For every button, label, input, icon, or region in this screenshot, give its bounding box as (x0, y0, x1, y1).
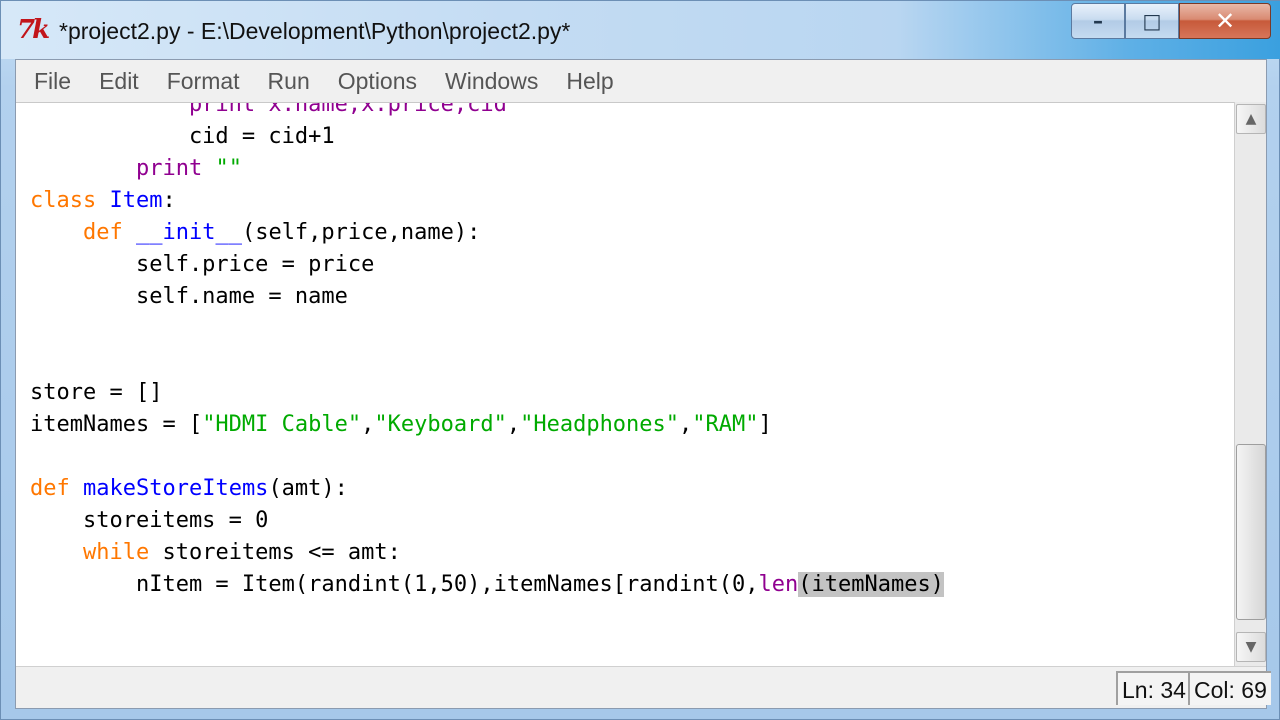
code-line: storeitems = 0 (30, 508, 269, 533)
client-area: File Edit Format Run Options Windows Hel… (15, 59, 1271, 709)
window-title: *project2.py - E:\Development\Python\pro… (59, 18, 571, 44)
minimize-button[interactable]: – (1071, 3, 1125, 39)
code-line-partial: print x.name,x.price,cid (30, 102, 507, 117)
code-line: self.price = price (30, 252, 375, 277)
code-line: nItem = Item(randint(1,50),itemNames[ran… (30, 572, 944, 597)
close-button[interactable]: ✕ (1179, 3, 1271, 39)
code-line: print "" (135, 156, 242, 181)
code-line: class Item: (30, 188, 176, 213)
scroll-up-icon[interactable]: ▲ (1236, 104, 1266, 134)
title-bar[interactable]: 7k *project2.py - E:\Development\Python\… (1, 1, 1280, 59)
code-line: while storeitems <= amt: (82, 540, 401, 565)
status-column-number: Col: 69 (1188, 671, 1271, 705)
status-line-number: Ln: 34 (1116, 671, 1190, 705)
code-line: store = [] (30, 380, 163, 405)
scroll-down-icon[interactable]: ▼ (1236, 632, 1266, 662)
menu-format[interactable]: Format (153, 60, 254, 102)
menu-bar: File Edit Format Run Options Windows Hel… (16, 60, 1266, 102)
minimize-icon: – (1093, 9, 1103, 33)
code-line: def __init__(self,price,name): (82, 220, 481, 245)
code-line: cid = cid+1 (30, 124, 335, 149)
menu-options[interactable]: Options (324, 60, 431, 102)
menu-file[interactable]: File (20, 60, 85, 102)
menu-edit[interactable]: Edit (85, 60, 153, 102)
maximize-button[interactable]: □ (1125, 3, 1179, 39)
close-icon: ✕ (1214, 7, 1236, 35)
idle-window: 7k *project2.py - E:\Development\Python\… (0, 0, 1280, 720)
code-line: itemNames = ["HDMI Cable","Keyboard","He… (30, 412, 772, 437)
scroll-thumb[interactable] (1236, 444, 1266, 620)
tk-feather-icon: 7k (17, 15, 50, 45)
menu-windows[interactable]: Windows (431, 60, 552, 102)
status-bar: Ln: 34 Col: 69 (16, 666, 1271, 708)
maximize-icon: □ (1142, 9, 1162, 33)
code-line: self.name = name (30, 284, 348, 309)
menu-help[interactable]: Help (552, 60, 627, 102)
window-controls: – □ ✕ (1071, 3, 1271, 39)
highlighted-call-tip: (itemNames) (798, 572, 944, 597)
vertical-scrollbar[interactable]: ▲ ▼ (1234, 102, 1266, 666)
code-editor[interactable]: print x.name,x.price,cid cid = cid+1 pri… (16, 102, 1234, 666)
menu-run[interactable]: Run (254, 60, 324, 102)
code-line: def makeStoreItems(amt): (30, 476, 348, 501)
